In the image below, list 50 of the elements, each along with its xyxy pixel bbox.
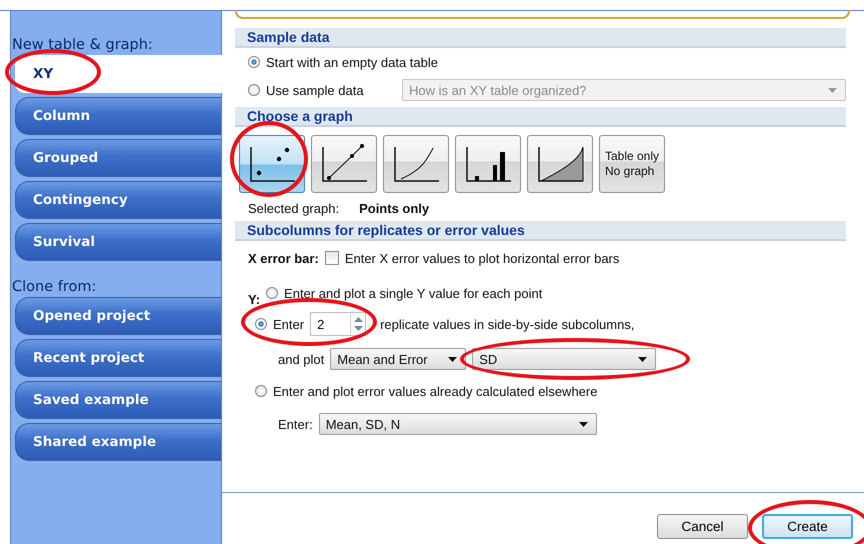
sidebar-tab[interactable]: Saved example bbox=[15, 381, 221, 419]
sidebar-heading: Clone from: bbox=[11, 279, 98, 295]
sidebar-tab[interactable]: Survival bbox=[15, 223, 221, 261]
radio-label: Start with an empty data table bbox=[266, 54, 438, 70]
sidebar-tab[interactable]: Column bbox=[15, 97, 221, 135]
sidebar-tab[interactable]: Recent project bbox=[15, 339, 221, 377]
format-dropdown[interactable]: Mean, SD, N bbox=[318, 413, 597, 435]
radio-label: Use sample data bbox=[266, 82, 365, 98]
checkbox-label: Enter X error values to plot horizontal error bars bbox=[344, 250, 620, 266]
sidebar-tab[interactable]: Grouped bbox=[15, 139, 221, 177]
sidebar-tab[interactable]: Contingency bbox=[15, 181, 221, 219]
radio-button[interactable] bbox=[266, 287, 278, 299]
y-label: Y: bbox=[248, 292, 260, 307]
number-spinner[interactable]: 2 bbox=[310, 312, 366, 336]
sidebar-tab[interactable]: Opened project bbox=[15, 297, 221, 335]
caret-icon bbox=[638, 356, 648, 362]
dialog-button[interactable]: Cancel bbox=[657, 514, 748, 539]
graph-type-button[interactable] bbox=[455, 135, 521, 193]
selected-graph-value: Points only bbox=[359, 201, 430, 216]
graph-type-button[interactable] bbox=[239, 135, 305, 193]
radio-label: Enter bbox=[273, 316, 304, 332]
radio-button[interactable] bbox=[248, 56, 260, 68]
sidebar-tab[interactable]: XY bbox=[15, 55, 222, 93]
replicates-text: replicate values in side-by-side subcolumns, bbox=[380, 316, 634, 332]
selected-graph-label: Selected graph: bbox=[248, 201, 340, 216]
graph-type-button[interactable]: Table only No graph bbox=[599, 135, 665, 193]
section-header: Sample data bbox=[235, 28, 846, 48]
radio-label: Enter and plot a single Y value for each point bbox=[284, 286, 542, 300]
section-header: Choose a graph bbox=[235, 107, 846, 127]
error-dropdown[interactable]: SD bbox=[472, 348, 656, 370]
section-header: Subcolumns for replicates or error values bbox=[235, 221, 846, 241]
x-error-label: X error bar: bbox=[248, 250, 319, 266]
dialog-button[interactable]: Create bbox=[762, 514, 853, 539]
caret-icon bbox=[578, 422, 588, 426]
spin-arrows-icon bbox=[354, 316, 363, 332]
radio-button[interactable] bbox=[248, 84, 260, 96]
format-label: Enter: bbox=[278, 416, 313, 432]
sidebar-tab[interactable]: Shared example bbox=[15, 423, 221, 461]
sidebar-heading: New table & graph: bbox=[11, 37, 154, 53]
caret-icon bbox=[828, 88, 837, 92]
plot-label: and plot bbox=[278, 352, 324, 366]
graph-type-button[interactable] bbox=[527, 135, 593, 193]
radio-button[interactable] bbox=[255, 385, 267, 397]
radio-button[interactable] bbox=[255, 318, 267, 330]
caret-icon bbox=[448, 356, 458, 362]
radio-label: Enter and plot error values already calculated elsewhere bbox=[273, 384, 598, 398]
graph-type-button[interactable] bbox=[383, 135, 449, 193]
checkbox[interactable] bbox=[324, 251, 339, 265]
graph-type-button[interactable] bbox=[311, 135, 377, 193]
plot-dropdown[interactable]: Mean and Error bbox=[330, 348, 466, 370]
